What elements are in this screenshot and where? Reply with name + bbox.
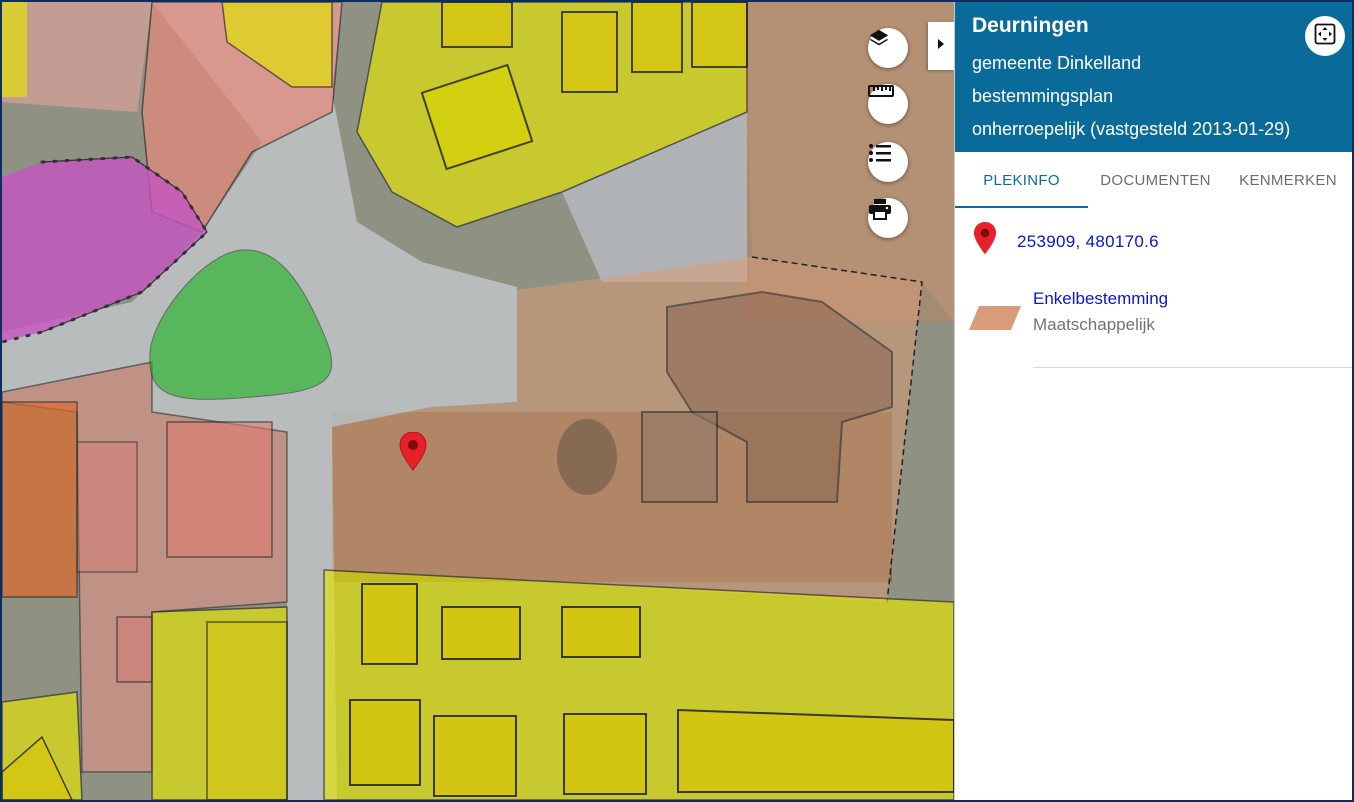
- coordinates-text: 253909, 480170.6: [1017, 231, 1159, 251]
- legend-button[interactable]: [868, 142, 908, 182]
- location-marker-icon[interactable]: [399, 432, 427, 472]
- plan-status-text: onherroepelijk (vastgesteld 2013-01-29): [972, 119, 1291, 139]
- fullscreen-button[interactable]: [1305, 16, 1345, 56]
- map-canvas[interactable]: [2, 2, 954, 800]
- coordinate-row: 253909, 480170.6: [973, 222, 1159, 261]
- location-pin-icon: [973, 222, 997, 261]
- tab-documenten[interactable]: DOCUMENTEN: [1088, 152, 1223, 208]
- print-button[interactable]: [868, 198, 908, 238]
- plan-type-text: bestemmingsplan: [972, 86, 1114, 106]
- info-panel: Deurningen gemeente Dinkelland bestemmin…: [954, 2, 1352, 800]
- panel-header: Deurningen gemeente Dinkelland bestemmin…: [955, 2, 1352, 152]
- panel-collapse-toggle[interactable]: [928, 22, 954, 70]
- app-frame: Deurningen gemeente Dinkelland bestemmin…: [0, 0, 1354, 802]
- divider: [1033, 367, 1352, 368]
- destination-value: Maatschappelijk: [1033, 315, 1155, 334]
- municipality-text: gemeente Dinkelland: [972, 53, 1142, 73]
- expand-icon: [1314, 23, 1336, 50]
- panel-tabs: PLEKINFO DOCUMENTEN KENMERKEN: [955, 152, 1352, 208]
- destination-swatch: [969, 306, 1021, 335]
- place-title: Deurningen: [972, 14, 1089, 37]
- layers-button[interactable]: [868, 28, 908, 68]
- tab-kenmerken[interactable]: KENMERKEN: [1223, 152, 1352, 208]
- chevron-right-icon: [937, 37, 945, 55]
- tab-plekinfo[interactable]: PLEKINFO: [955, 152, 1088, 208]
- measure-button[interactable]: [868, 84, 908, 124]
- map-view[interactable]: [2, 2, 954, 800]
- destination-name-link[interactable]: Enkelbestemming: [1033, 289, 1168, 309]
